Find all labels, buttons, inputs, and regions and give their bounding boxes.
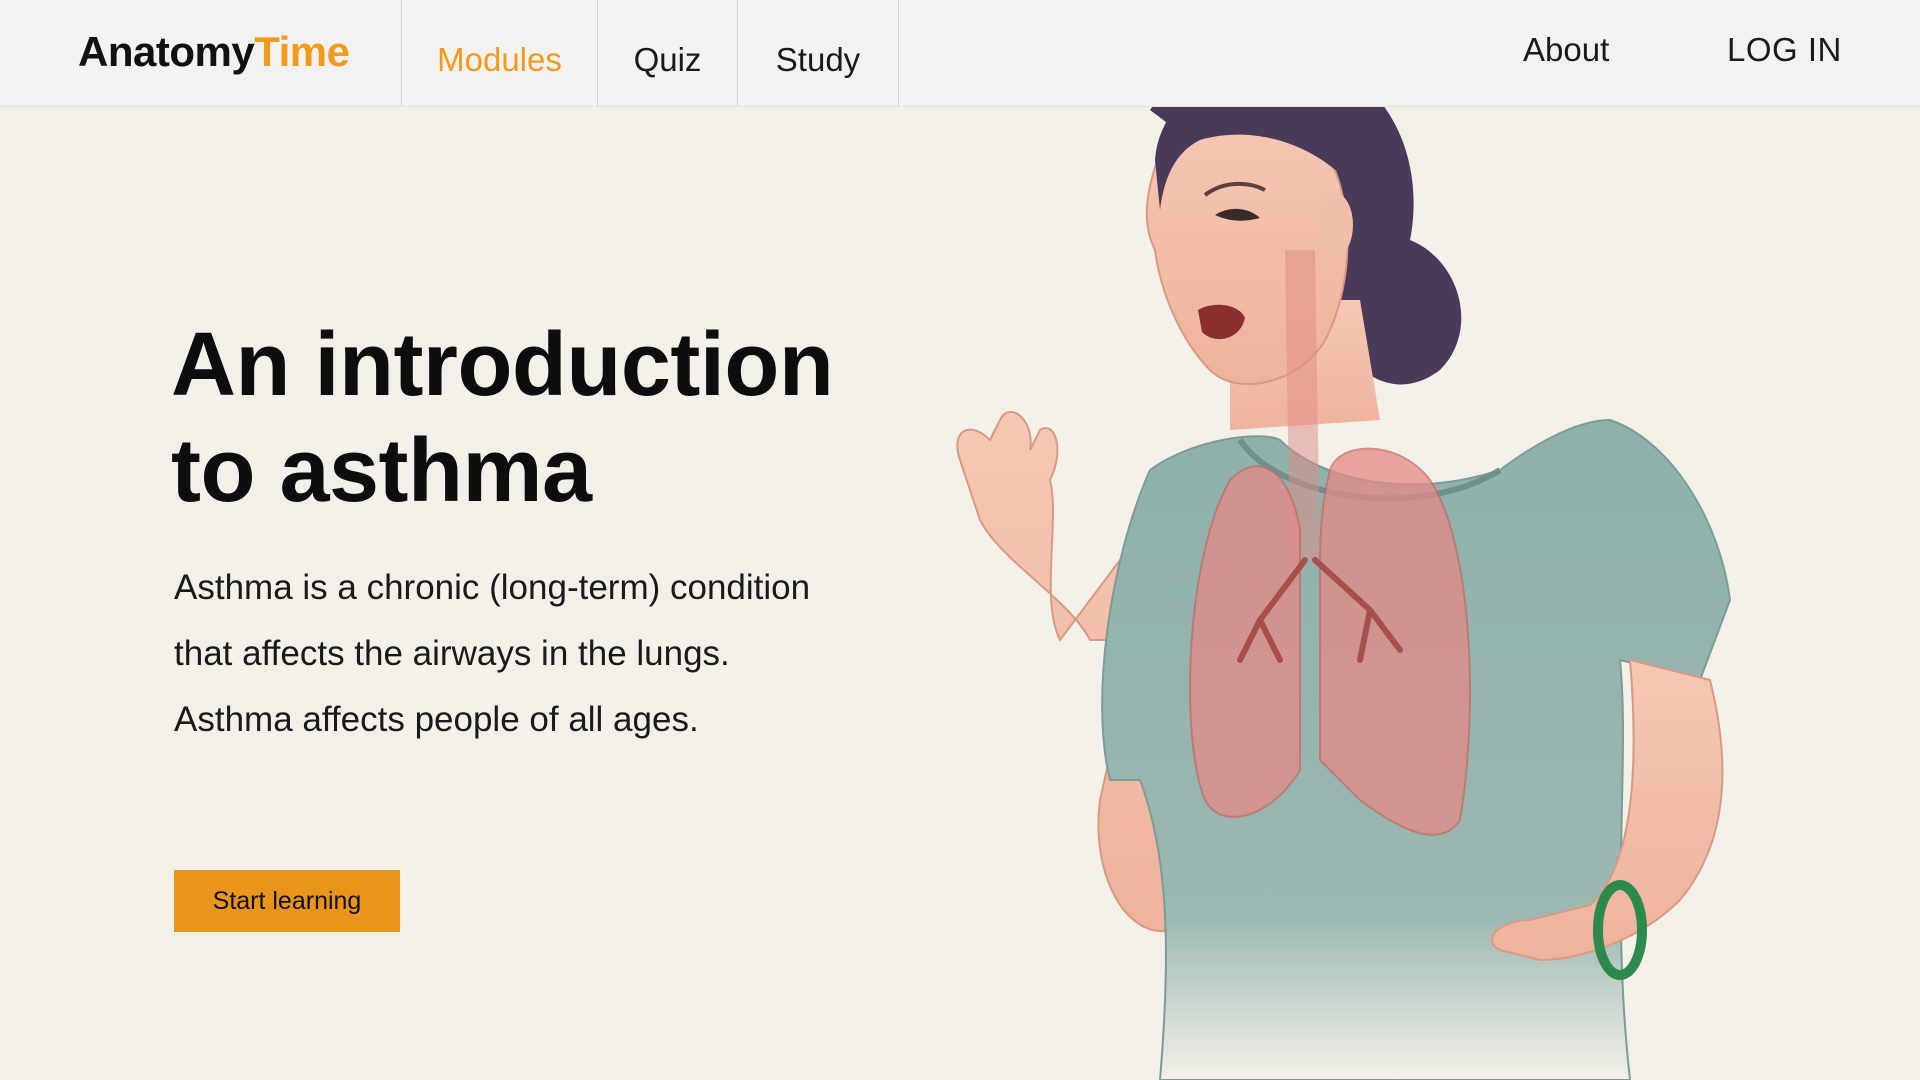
tab-quiz[interactable]: Quiz — [597, 0, 737, 107]
hero-title-line2: to asthma — [171, 421, 592, 521]
woman-with-lungs-illustration — [956, 54, 1732, 1080]
top-navbar: AnatomyTime Modules Quiz Study About LOG… — [0, 0, 1920, 107]
hero-description: Asthma is a chronic (long-term) conditio… — [174, 555, 904, 753]
tab-study[interactable]: Study — [737, 0, 899, 107]
start-learning-button[interactable]: Start learning — [174, 870, 400, 932]
brand-name-part1: Anatomy — [78, 28, 255, 75]
login-link[interactable]: LOG IN — [1727, 30, 1842, 70]
hero-desc-line2: that affects the airways in the lungs. — [174, 634, 730, 673]
hero-title: An introduction to asthma — [171, 312, 931, 524]
brand-logo[interactable]: AnatomyTime — [78, 28, 350, 76]
hero-desc-line1: Asthma is a chronic (long-term) conditio… — [174, 568, 811, 607]
ear-shape — [1317, 193, 1353, 257]
hero-desc-line3: Asthma affects people of all ages. — [174, 700, 699, 739]
tab-modules[interactable]: Modules — [401, 0, 597, 107]
about-link[interactable]: About — [1523, 30, 1609, 70]
hero-title-line1: An introduction — [171, 315, 834, 415]
main-nav-tabs: Modules Quiz Study — [401, 0, 899, 107]
brand-name-part2: Time — [254, 28, 350, 75]
